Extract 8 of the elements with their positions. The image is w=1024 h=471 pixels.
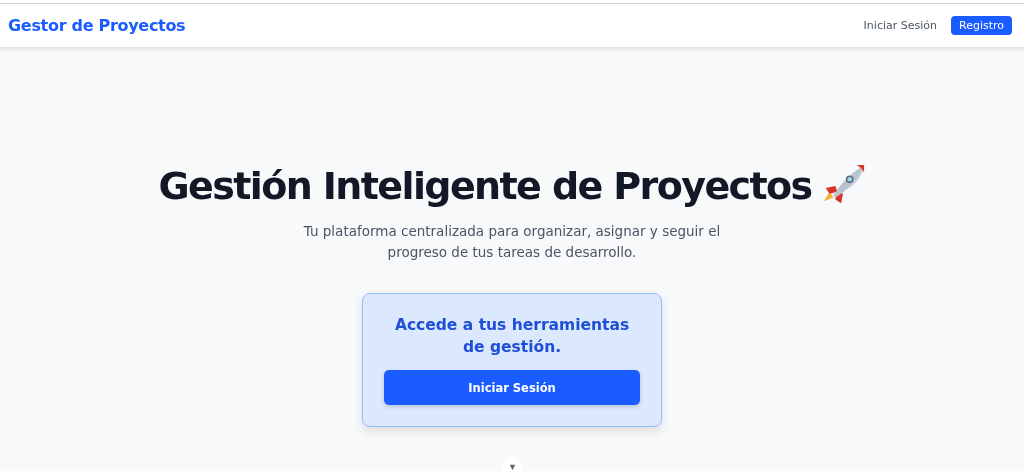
card-heading: Accede a tus herramientas de gestión.	[393, 315, 631, 358]
login-button[interactable]: Iniciar Sesión	[384, 370, 640, 405]
login-link[interactable]: Iniciar Sesión	[863, 19, 937, 32]
brand-title[interactable]: Gestor de Proyectos	[8, 16, 186, 35]
hero-subtitle: Tu plataforma centralizada para organizar, asignar y seguir el progreso de tus tareas de desarrollo.	[302, 222, 722, 262]
hero-title: Gestión Inteligente de Proyectos	[158, 164, 812, 208]
register-button[interactable]: Registro	[951, 16, 1012, 35]
scroll-down-icon[interactable]	[502, 457, 522, 471]
